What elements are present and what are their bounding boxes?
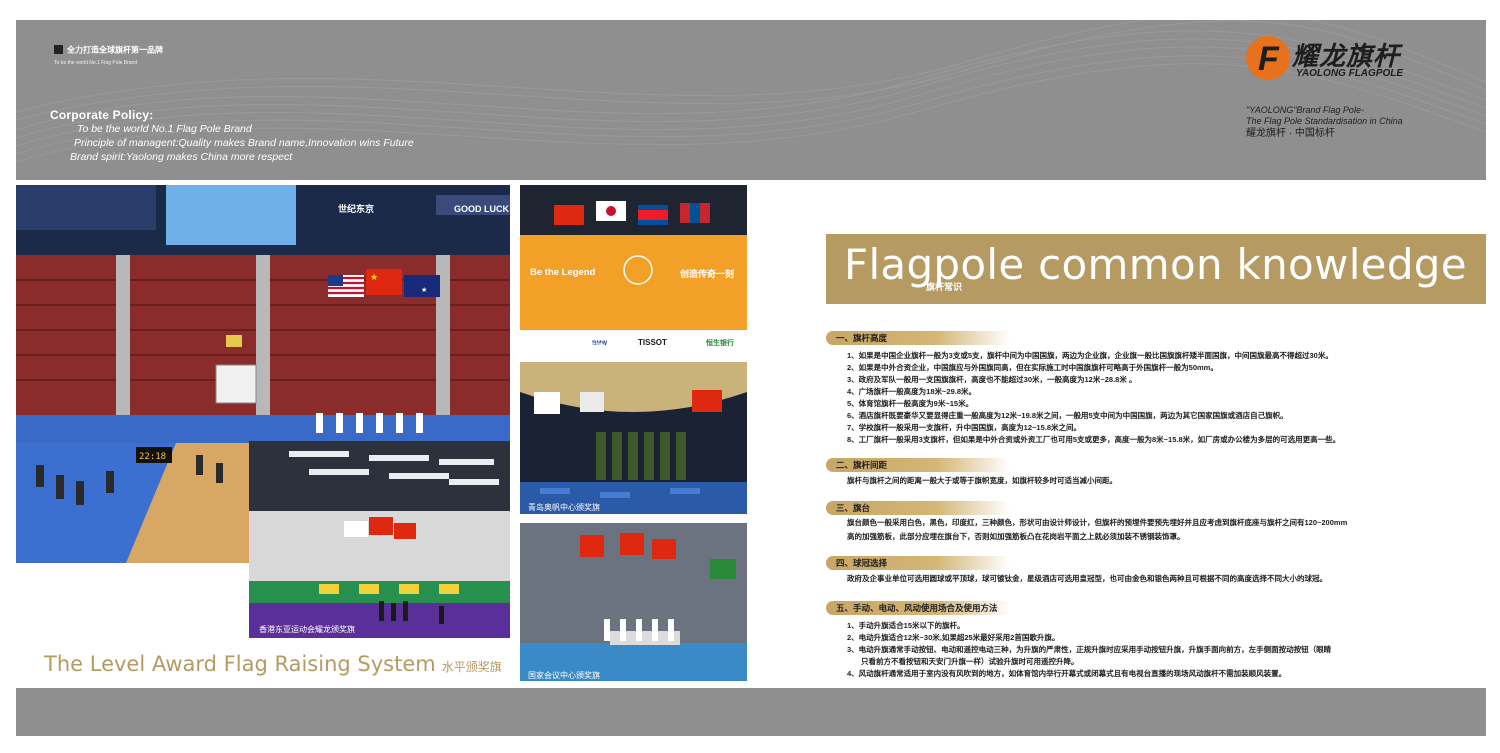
- list-item: 8、工厂旗杆一般采用3支旗杆，但如果是中外合资或外资工厂也可用5支或更多，高度一…: [847, 435, 1341, 444]
- brand-tagline-block: "YAOLONG"Brand Flag Pole- The Flag Pole …: [1246, 105, 1403, 139]
- svg-text:★: ★: [421, 286, 427, 294]
- brand-tag-line-1: "YAOLONG"Brand Flag Pole-: [1246, 105, 1364, 115]
- section-heading-4-text: 四、球冠选择: [836, 558, 888, 568]
- tagline-cn: 全力打造全球旗杆第一品牌: [67, 45, 163, 55]
- section-heading-spacing: 二、旗杆间距: [826, 458, 1010, 472]
- section-heading-2-text: 二、旗杆间距: [836, 460, 888, 470]
- section-4-text: 政府及企事业单位可选用圆球或平顶球，球可镀钛金，星级酒店可选用皇冠型，也可由金色…: [847, 574, 1327, 583]
- brand-tagline: 全力打造全球旗杆第一品牌 To be the world No.1 Flag P…: [54, 41, 163, 66]
- china-flag-stage: [692, 390, 722, 412]
- award-system-title: The Level Award Flag Raising System 水平颁奖旗: [44, 652, 502, 676]
- brand-name-en: YAOLONG FLAGPOLE: [1296, 68, 1404, 79]
- brand-tag-line-2: The Flag Pole Standardisation in China: [1246, 116, 1403, 126]
- tagline-en: To be the world No.1 Flag Pole Brand: [54, 60, 138, 66]
- orange-slogan-cn: 创造传奇一刻: [679, 268, 734, 280]
- section-3-line-2: 高的加强筋板，此部分应埋在旗台下，否则如加强筋板凸在花岗岩平面之上就必须加装不锈…: [847, 532, 1185, 541]
- section-1-list: 1、如果是中国企业旗杆一般为3支或5支，旗杆中间为中国国旗，两边为企业旗，企业旗…: [847, 350, 1340, 446]
- list-item: 1、如果是中国企业旗杆一般为3支或5支，旗杆中间为中国国旗，两边为企业旗，企业旗…: [847, 351, 1333, 360]
- flag-china-small: [554, 205, 584, 225]
- knowledge-subtitle: 旗杆常识: [926, 282, 963, 292]
- orange-caption: 香港东亚运动会颁奖旗: [524, 342, 604, 351]
- conference-venue-photo: 国家会议中心颁奖旗: [520, 523, 747, 681]
- corporate-policy: Corporate Policy: To be the world No.1 F…: [50, 108, 414, 164]
- conference-caption: 国家会议中心颁奖旗: [528, 671, 600, 680]
- policy-line-2: Principle of managent:Quality makes Bran…: [74, 137, 414, 149]
- list-item: 只看前方不看按钮和天安门升旗一样）试验升旗时可用遥控升降。: [861, 657, 1079, 666]
- sponsor-bank: 恒生银行: [705, 338, 734, 347]
- footer-band: [16, 688, 1486, 736]
- svg-text:★: ★: [370, 272, 378, 282]
- list-item: 1、手动升旗适合15米以下的旗杆。: [847, 621, 965, 630]
- list-item: 2、如果是中外合资企业，中国旗应与外国旗同高，但在实际施工时中国旗旗杆可略高于外…: [847, 363, 1218, 372]
- sponsor-tissot: TISSOT: [638, 338, 667, 347]
- soldiers-stage-illustration: [520, 362, 747, 514]
- china-flag-conf: [620, 533, 644, 555]
- section-heading-operation: 五、手动、电动、风动使用场合及使用方法: [826, 601, 1010, 615]
- conference-venue-illustration: [520, 523, 747, 681]
- list-item: 3、政府及军队一般用一支国旗旗杆，高度也不能超过30米，一般高度为12米~28.…: [847, 375, 1137, 384]
- china-flag-indoor: [369, 517, 393, 535]
- list-item: 7、学校旗杆一般采用一支旗杆，升中国国旗，高度为12~15.8米之间。: [847, 423, 1081, 432]
- indoor-caption: 香港东亚运动会耀龙颁奖旗: [259, 625, 355, 634]
- arena-banner-text: 世纪东京: [338, 203, 374, 214]
- hk-flag-conf-left: [580, 535, 604, 557]
- orange-ceremony-photo: Be the Legend 创造传奇一刻 BMW TISSOT 恒生银行 香港东…: [520, 185, 747, 352]
- award-title-cn: 水平颁奖旗: [441, 660, 502, 674]
- section-heading-3-text: 三、旗台: [836, 503, 871, 513]
- orange-slogan-en: Be the Legend: [530, 267, 596, 278]
- section-3-text: 旗台颜色一般采用白色，黑色，印度红，三种颜色，形状可由设计师设计，但旗杆的预埋件…: [847, 516, 1347, 544]
- section-heading-5-text: 五、手动、电动、风动使用场合及使用方法: [836, 603, 998, 613]
- list-item: 2、电动升旗适合12米~30米,如果超25米最好采用2首国歌升旗。: [847, 633, 1060, 642]
- brand-logo: F 耀龙旗杆 YAOLONG FLAGPOLE: [1244, 34, 1444, 84]
- section-5-list: 1、手动升旗适合15米以下的旗杆。 2、电动升旗适合12米~30米,如果超25米…: [847, 620, 1331, 680]
- policy-title: Corporate Policy:: [50, 108, 154, 122]
- list-item: 6、酒店旗杆既要豪华又要显得庄重一般高度为12米~19.8米之间，一般用5支中间…: [847, 411, 1288, 420]
- tagline-square-icon: [54, 45, 63, 55]
- brand-tag-line-3: 耀龙旗杆 · 中国标杆: [1246, 128, 1335, 139]
- indoor-venue-photo: 香港东亚运动会耀龙颁奖旗: [249, 441, 510, 638]
- award-title-en: The Level Award Flag Raising System: [44, 652, 436, 676]
- knowledge-header: Flagpole common knowledge 旗杆常识: [826, 234, 1486, 304]
- list-item: 4、风动旗杆通常适用于室内没有风吹到的地方，如体育馆内举行开幕式或闭幕式且有电视…: [847, 669, 1287, 678]
- hk-flag-left: [344, 521, 368, 537]
- logo-letter: F: [1258, 40, 1279, 78]
- indoor-venue-illustration: [249, 441, 510, 638]
- arena-banner-goodluck: GOOD LUCK: [454, 204, 509, 214]
- section-2-text: 旗杆与旗杆之间的距离一般大于或等于旗帜宽度，如旗杆较多时可适当减小间距。: [847, 476, 1117, 485]
- orange-ceremony-illustration: Be the Legend 创造传奇一刻 BMW TISSOT 恒生银行: [520, 185, 747, 352]
- hk-flag-conf-right: [652, 539, 676, 559]
- section-heading-finial: 四、球冠选择: [826, 556, 1010, 570]
- section-heading-height: 一、旗杆高度: [826, 331, 1010, 345]
- list-item: 4、广场旗杆一般高度为18米~29.8米。: [847, 387, 976, 396]
- section-heading-platform: 三、旗台: [826, 501, 1010, 515]
- soldiers-caption: 青岛奥帆中心颁奖旗: [528, 503, 600, 512]
- soldiers-stage-photo: 青岛奥帆中心颁奖旗: [520, 362, 747, 514]
- policy-line-3: Brand spirit:Yaolong makes China more re…: [70, 151, 293, 163]
- policy-line-1: To be the world No.1 Flag Pole Brand: [77, 123, 252, 135]
- list-item: 5、体育馆旗杆一般高度为9米~15米。: [847, 399, 974, 408]
- section-heading-1-text: 一、旗杆高度: [836, 333, 888, 343]
- scoreboard-text: 22:18: [139, 452, 166, 462]
- section-3-line-1: 旗台颜色一般采用白色，黑色，印度红，三种颜色，形状可由设计师设计，但旗杆的预埋件…: [847, 518, 1348, 527]
- hk-flag-right: [394, 523, 416, 539]
- list-item: 3、电动升旗通常手动按钮、电动和遥控电动三种，为升旗的严肃性，正规升旗时应采用手…: [847, 645, 1332, 654]
